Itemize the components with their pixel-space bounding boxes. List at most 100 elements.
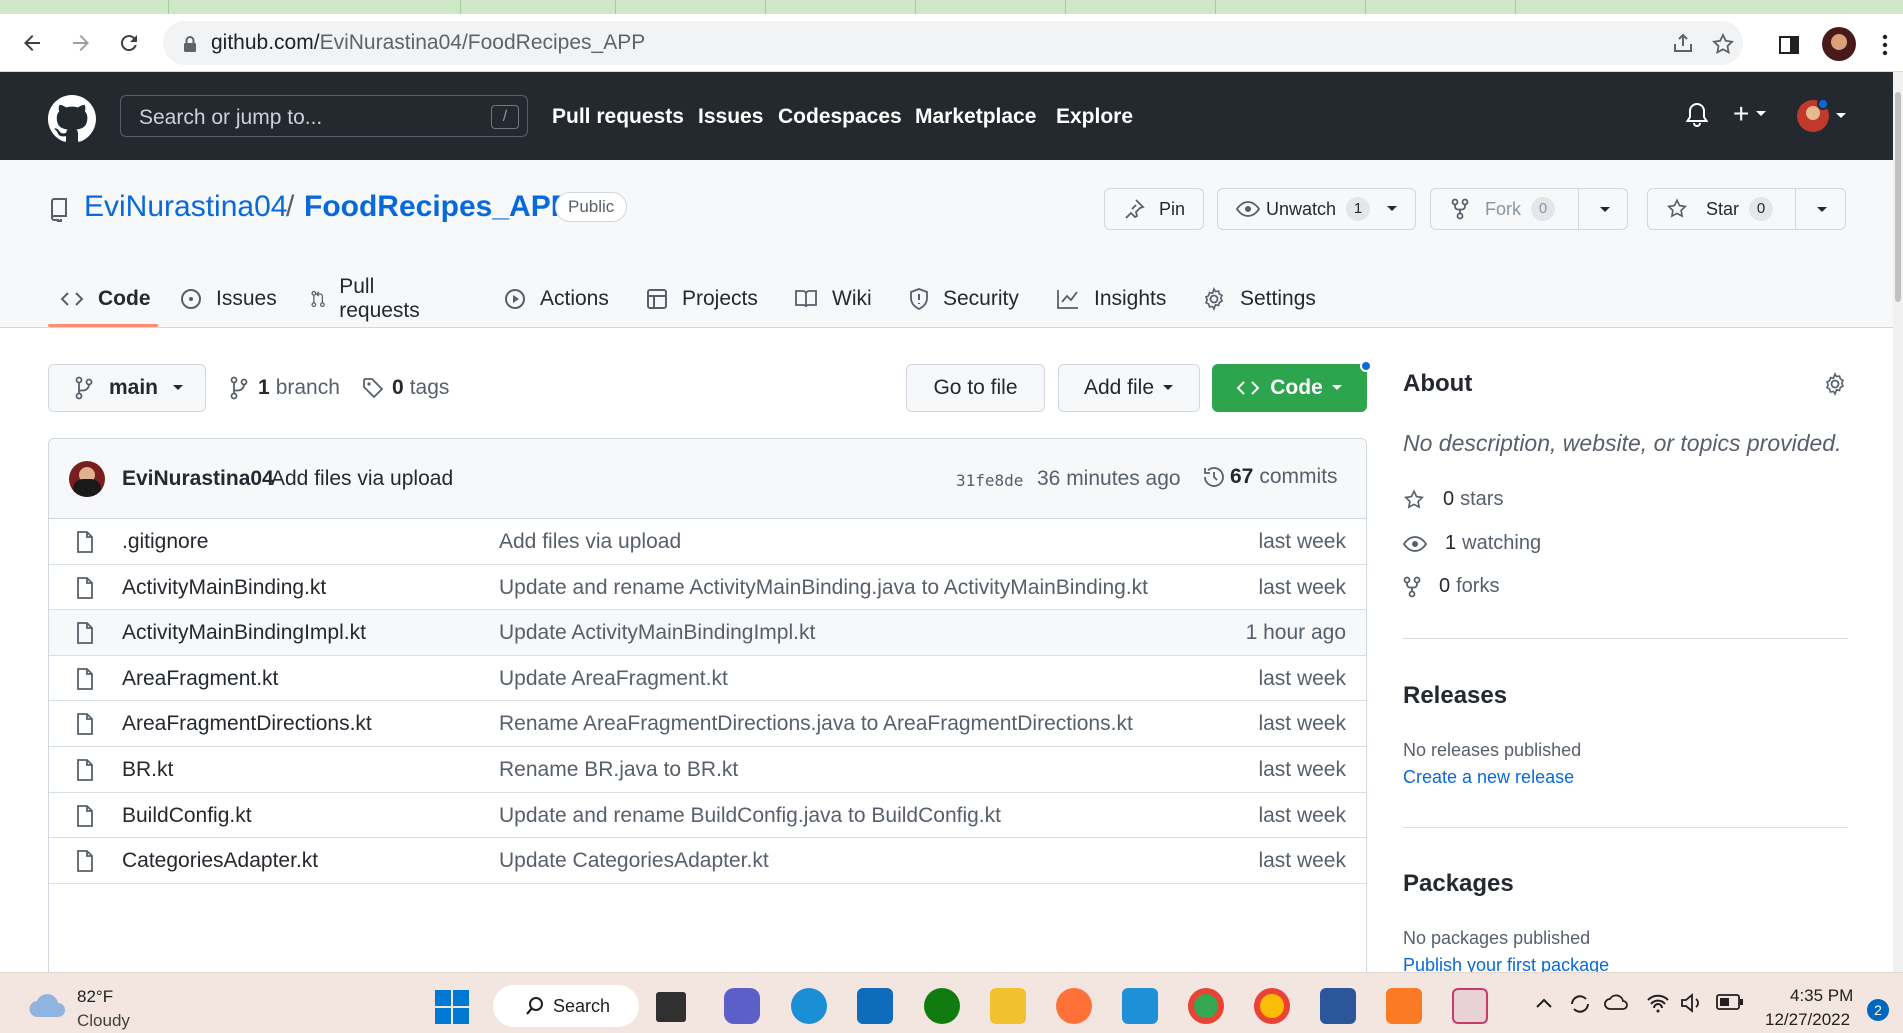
add-file-button[interactable]: Add file: [1058, 364, 1200, 412]
nav-pull-requests[interactable]: Pull requests: [552, 105, 684, 129]
star-button[interactable]: Star 0: [1647, 188, 1846, 230]
packages-title[interactable]: Packages: [1403, 870, 1514, 898]
xbox-icon[interactable]: [924, 988, 960, 1024]
branch-select-button[interactable]: main: [48, 364, 206, 412]
user-menu[interactable]: [1797, 98, 1847, 132]
cloud-weather-icon[interactable]: [28, 993, 68, 1019]
bookmark-star-icon[interactable]: [1711, 32, 1735, 56]
file-name-link[interactable]: ActivityMainBinding.kt: [122, 576, 326, 600]
watching-link[interactable]: 1 watching: [1403, 532, 1541, 555]
page-scrollbar[interactable]: [1893, 72, 1903, 972]
repo-owner-link[interactable]: EviNurastina04: [84, 190, 287, 224]
taskbar-search[interactable]: Search: [493, 985, 639, 1027]
sync-icon[interactable]: [1568, 993, 1592, 1015]
pin-button[interactable]: Pin: [1104, 188, 1204, 230]
file-name-link[interactable]: CategoriesAdapter.kt: [122, 849, 318, 873]
fork-button[interactable]: Fork 0: [1430, 188, 1628, 230]
weather-condition[interactable]: Cloudy: [77, 1011, 130, 1031]
more-vert-icon[interactable]: [1882, 34, 1888, 56]
profile-avatar[interactable]: [1822, 27, 1856, 61]
firefox-icon[interactable]: [1056, 988, 1092, 1024]
chrome-profile-icon[interactable]: [1254, 988, 1290, 1024]
chevron-up-icon[interactable]: [1534, 993, 1554, 1013]
file-commit-message-link[interactable]: Add files via upload: [499, 530, 681, 554]
tab-insights[interactable]: Insights: [1056, 270, 1166, 328]
tab-settings[interactable]: Settings: [1202, 270, 1316, 328]
reload-button[interactable]: [114, 28, 144, 58]
edge-browser-icon[interactable]: [791, 988, 827, 1024]
file-commit-message-link[interactable]: Rename AreaFragmentDirections.java to Ar…: [499, 712, 1133, 736]
nav-marketplace[interactable]: Marketplace: [915, 105, 1036, 129]
create-release-link[interactable]: Create a new release: [1403, 767, 1574, 788]
scrollbar-thumb[interactable]: [1895, 92, 1901, 302]
tab-actions[interactable]: Actions: [504, 270, 609, 328]
teams-chat-icon[interactable]: [724, 988, 760, 1024]
file-commit-message-link[interactable]: Update and rename ActivityMainBinding.ja…: [499, 576, 1148, 600]
tab-projects[interactable]: Projects: [646, 270, 758, 328]
tab-pull-requests[interactable]: Pull requests: [311, 270, 426, 328]
code-button[interactable]: Code: [1212, 364, 1367, 412]
commits-link[interactable]: 67 commits: [1202, 465, 1338, 489]
forward-button[interactable]: [66, 28, 96, 58]
file-name-link[interactable]: AreaFragment.kt: [122, 667, 278, 691]
nav-issues[interactable]: Issues: [698, 105, 763, 129]
branches-link[interactable]: 1 branch: [230, 376, 340, 400]
stars-link[interactable]: 0 stars: [1403, 488, 1503, 511]
clock-time[interactable]: 4:35 PM: [1790, 986, 1853, 1006]
address-bar[interactable]: github.com/EviNurastina04/FoodRecipes_AP…: [163, 21, 1743, 65]
nav-codespaces[interactable]: Codespaces: [778, 105, 902, 129]
windows-start-icon[interactable]: [434, 989, 470, 1025]
file-name-link[interactable]: BR.kt: [122, 758, 173, 782]
table-row: AreaFragment.kt Update AreaFragment.kt las…: [49, 655, 1366, 702]
task-view-icon[interactable]: [656, 992, 686, 1022]
clock-date[interactable]: 12/27/2022: [1765, 1010, 1850, 1030]
unwatch-button[interactable]: Unwatch 1: [1217, 188, 1416, 230]
gear-icon[interactable]: [1823, 372, 1847, 396]
share-icon[interactable]: [1671, 32, 1695, 56]
snipping-tool-icon[interactable]: [1452, 988, 1488, 1024]
forks-link[interactable]: 0 forks: [1403, 575, 1499, 598]
browser-tab-strip[interactable]: [0, 0, 1903, 14]
file-name-link[interactable]: .gitignore: [122, 530, 208, 554]
releases-title[interactable]: Releases: [1403, 682, 1507, 710]
wifi-icon[interactable]: [1646, 993, 1670, 1013]
go-to-file-button[interactable]: Go to file: [906, 364, 1045, 412]
speaker-icon[interactable]: [1680, 993, 1704, 1013]
bell-icon[interactable]: [1685, 102, 1709, 128]
tab-issues[interactable]: Issues: [180, 270, 277, 328]
avatar[interactable]: [69, 461, 105, 497]
tab-wiki[interactable]: Wiki: [794, 270, 872, 328]
chrome-icon[interactable]: [1188, 988, 1224, 1024]
side-panel-icon[interactable]: [1778, 34, 1800, 56]
file-commit-message-link[interactable]: Rename BR.java to BR.kt: [499, 758, 738, 782]
create-new-menu[interactable]: +: [1733, 98, 1767, 130]
weather-temperature[interactable]: 82°F: [77, 987, 113, 1007]
file-name-link[interactable]: ActivityMainBindingImpl.kt: [122, 621, 366, 645]
nav-explore[interactable]: Explore: [1056, 105, 1133, 129]
search-input[interactable]: Search or jump to... /: [120, 95, 528, 137]
tab-security[interactable]: Security: [909, 270, 1019, 328]
back-button[interactable]: [17, 28, 47, 58]
file-commit-message-link[interactable]: Update CategoriesAdapter.kt: [499, 849, 769, 873]
repo-name-link[interactable]: FoodRecipes_APP: [304, 190, 571, 224]
word-icon[interactable]: [1320, 988, 1356, 1024]
file-commit-date: last week: [1258, 758, 1346, 781]
battery-icon[interactable]: [1716, 993, 1744, 1011]
onedrive-icon[interactable]: [1604, 993, 1630, 1011]
microsoft-store-icon[interactable]: [857, 988, 893, 1024]
github-logo-icon[interactable]: [48, 95, 96, 143]
file-commit-message-link[interactable]: Update AreaFragment.kt: [499, 667, 728, 691]
tab-code[interactable]: Code: [60, 270, 151, 328]
tags-link[interactable]: 0 tags: [362, 376, 449, 400]
file-commit-message-link[interactable]: Update ActivityMainBindingImpl.kt: [499, 621, 815, 645]
photos-app-icon[interactable]: [1122, 988, 1158, 1024]
commit-message-link[interactable]: Add files via upload: [271, 467, 453, 491]
file-commit-message-link[interactable]: Update and rename BuildConfig.java to Bu…: [499, 804, 1001, 828]
xampp-icon[interactable]: [1386, 988, 1422, 1024]
file-name-link[interactable]: AreaFragmentDirections.kt: [122, 712, 372, 736]
commit-sha-link[interactable]: 31fe8de: [956, 471, 1023, 490]
file-name-link[interactable]: BuildConfig.kt: [122, 804, 252, 828]
notification-count-badge[interactable]: 2: [1867, 999, 1889, 1021]
commit-author-link[interactable]: EviNurastina04: [122, 467, 274, 491]
file-explorer-icon[interactable]: [990, 988, 1026, 1024]
